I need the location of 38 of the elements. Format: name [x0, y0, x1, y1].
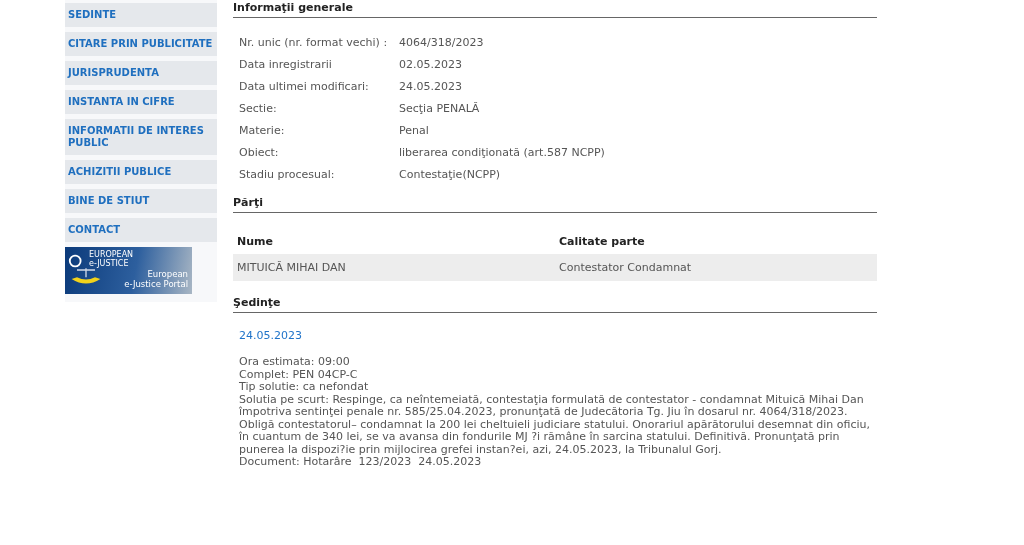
column-header: Calitate parte	[555, 231, 877, 254]
field-value: 24.05.2023	[399, 80, 462, 93]
field-value: 02.05.2023	[399, 58, 462, 71]
hearing-detail: Solutia pe scurt: Respinge, ca neîntemeiată, contestaţia formulată de contestator - condamnat Mituică Mihai Dan împotriva sentinţei penale nr. 585/25.04.2023, pronunţată de Judecătoria Tg. Jiu în dosarul nr. 4064/318/2023. Obligă contestatorul– condamnat la 200 lei cheltuieli judiciare statului. Onorariul apărătorului desemnat din oficiu, în cuantum de 340 lei, se va avansa din fondurile MJ ?i rămâne în sarcina statului. Definitivă. Pronunţată prin punerea la dispozi?ie prin mijlocirea grefei instan?ei, azi, 24.05.2023, la Tribunalul Gorj.	[239, 393, 871, 456]
banner-title: European e-Justice Portal	[124, 269, 188, 289]
field-label: Data inregistrarii	[239, 58, 333, 71]
sidebar-item[interactable]: CONTACT	[65, 218, 217, 242]
sidebar-item[interactable]: CITARE PRIN PUBLICITATE	[65, 32, 217, 56]
section-heading: Părţi	[233, 195, 877, 213]
field-value: liberarea condiţionată (art.587 NCPP)	[399, 146, 605, 159]
section-heading: Informaţii generale	[233, 0, 877, 18]
sidebar-item[interactable]: ACHIZITII PUBLICE	[65, 160, 217, 184]
section-heading: Şedinţe	[233, 295, 877, 313]
column-header: Nume	[233, 231, 555, 254]
hearing-detail: Complet: PEN 04CP-C	[239, 368, 359, 381]
hearing-date-link[interactable]: 24.05.2023	[239, 329, 302, 342]
field-value: Contestaţie(NCPP)	[399, 168, 501, 181]
field-label: Materie:	[239, 124, 286, 137]
field-label: Obiect:	[239, 146, 280, 159]
field-value: Secţia PENALĂ	[399, 102, 480, 115]
field-value: 4064/318/2023	[399, 36, 484, 49]
logo-text: EUROPEAN e-JUSTICE	[89, 250, 134, 268]
hearing-detail: Ora estimata: 09:00	[239, 356, 351, 369]
hearing-detail: Document: Hotarâre 123/2023 24.05.2023	[239, 456, 483, 469]
table-cell: Contestator Condamnat	[555, 254, 877, 281]
table-cell: MITUICĂ MIHAI DAN	[233, 254, 555, 281]
ejustice-banner[interactable]: EUROPEAN e-JUSTICE European e-Justice Portal	[65, 247, 192, 294]
field-label: Data ultimei modificari:	[239, 80, 370, 93]
sidebar-item[interactable]: SEDINTE	[65, 3, 217, 27]
field-label: Stadiu procesual:	[239, 168, 336, 181]
field-value: Penal	[399, 124, 429, 137]
field-label: Sectie:	[239, 102, 278, 115]
hearing-detail: Tip solutie: ca nefondat	[239, 381, 370, 394]
sidebar-item[interactable]: INSTANTA IN CIFRE	[65, 90, 217, 114]
sidebar-item[interactable]: BINE DE STIUT	[65, 189, 217, 213]
field-label: Nr. unic (nr. format vechi) :	[239, 36, 389, 49]
sidebar-item[interactable]: INFORMATII DE INTERES PUBLIC	[65, 119, 217, 155]
sidebar-item[interactable]: JURISPRUDENTA	[65, 61, 217, 85]
